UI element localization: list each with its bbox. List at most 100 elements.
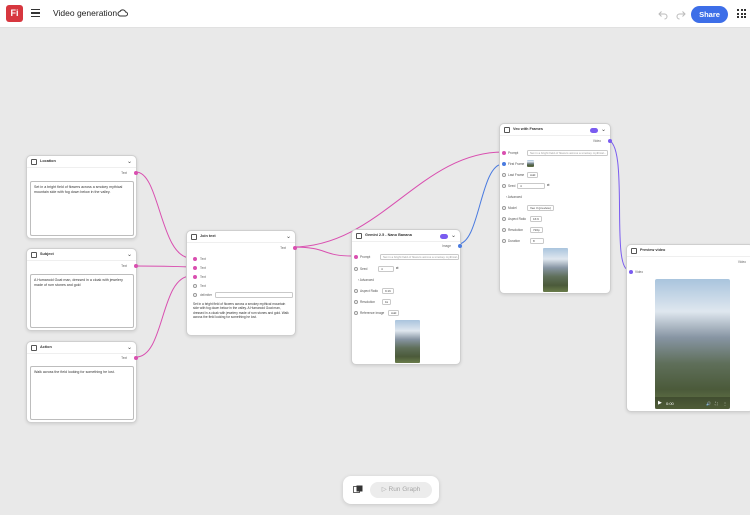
node-header[interactable]: Preview video (627, 245, 750, 257)
shuffle-icon[interactable]: ⇄ (547, 183, 550, 187)
wire-gemini-veo (457, 163, 504, 245)
node-header[interactable]: Join text ⌄ (187, 231, 295, 243)
last-frame-add-button[interactable]: Add (527, 172, 539, 178)
seed-label: Seed (508, 184, 516, 188)
input-port[interactable] (354, 300, 358, 304)
input-port[interactable] (629, 270, 633, 274)
chevron-down-icon[interactable]: ⌄ (601, 126, 606, 133)
text-input[interactable]: Set in a bright field of flowers across … (30, 181, 134, 236)
resolution-select[interactable]: 720p (530, 227, 543, 233)
veo-icon (504, 127, 510, 133)
fullscreen-icon[interactable]: ⛶ (715, 401, 718, 406)
document-title[interactable]: Video generation (53, 8, 117, 18)
resolution-select[interactable]: 1k (382, 299, 392, 305)
node-header[interactable]: Gemini 2.5 - Nano Banana ⌄ (352, 230, 460, 242)
aspect-ratio-select[interactable]: 16:9 (530, 216, 542, 222)
output-port[interactable] (134, 356, 138, 360)
node-veo[interactable]: Veo with Frames ⌄ Video Prompt Set in a … (499, 123, 612, 294)
resolution-label: Resolution (508, 228, 524, 232)
input-port[interactable] (354, 255, 358, 259)
cloud-icon[interactable] (117, 7, 129, 19)
port-label: Text (280, 246, 286, 250)
apps-grid-icon[interactable] (737, 9, 746, 18)
last-frame-label: Last Frame (508, 173, 525, 177)
resolution-label: Resolution (360, 300, 376, 304)
output-port[interactable] (608, 139, 612, 143)
aspect-ratio-label: Aspect Ratio (508, 217, 527, 221)
port-label: Video (737, 260, 746, 264)
hamburger-menu-icon[interactable] (31, 9, 40, 17)
output-port[interactable] (134, 264, 138, 268)
input-port[interactable] (502, 151, 506, 155)
input-port[interactable] (193, 293, 197, 297)
input-port[interactable] (502, 217, 506, 221)
seed-input[interactable]: 4 (378, 266, 394, 272)
media-icon[interactable] (353, 485, 363, 494)
share-button[interactable]: Share (691, 6, 728, 23)
input-port[interactable] (193, 257, 197, 261)
play-icon[interactable]: ▶ (658, 400, 662, 406)
wire-subject-join (135, 265, 192, 268)
input-port[interactable] (502, 239, 506, 243)
shuffle-icon[interactable]: ⇄ (396, 266, 399, 270)
wire-action-join (135, 275, 192, 358)
duration-select[interactable]: 8 (530, 238, 544, 244)
reference-image-add-button[interactable]: Add (388, 310, 400, 316)
input-port[interactable] (193, 266, 197, 270)
node-title: Gemini 2.5 - Nano Banana (365, 233, 412, 237)
text-input[interactable]: A Humanoid Goat man, dressed in a cloak … (30, 274, 134, 328)
duration-label: Duration (508, 239, 521, 243)
prompt-input[interactable]: Set in a bright field of flowers across … (380, 254, 459, 260)
input-port[interactable] (502, 184, 506, 188)
chevron-down-icon[interactable]: ⌄ (451, 232, 456, 239)
app-logo[interactable]: Fi (6, 5, 23, 22)
chevron-down-icon[interactable]: ⌄ (286, 233, 291, 240)
generated-image-preview[interactable] (395, 320, 420, 363)
node-header[interactable]: Subject ⌄ (27, 249, 136, 261)
node-header[interactable]: Location ⌄ (27, 156, 136, 168)
undo-icon[interactable] (657, 8, 669, 20)
more-icon[interactable]: ⋮ (723, 401, 727, 406)
redo-icon[interactable] (675, 8, 687, 20)
input-port[interactable] (193, 275, 197, 279)
node-title: Preview video (640, 248, 666, 252)
input-port[interactable] (354, 267, 358, 271)
node-enable-toggle[interactable] (440, 233, 448, 239)
node-location[interactable]: Location ⌄ Text Set in a bright field of… (26, 155, 138, 239)
node-preview-video[interactable]: Preview video Video Video ▶ 0:00 🔊 ⛶ ⋮ (626, 244, 750, 412)
input-port[interactable] (354, 289, 358, 293)
advanced-toggle[interactable]: › Advanced (358, 278, 374, 282)
input-port[interactable] (502, 162, 506, 166)
prompt-input[interactable]: Set in a bright field of flowers across … (527, 150, 608, 156)
volume-icon[interactable]: 🔊 (706, 401, 711, 406)
input-port[interactable] (193, 284, 197, 288)
node-header[interactable]: Action ⌄ (27, 342, 136, 354)
node-header[interactable]: Veo with Frames ⌄ (500, 124, 610, 136)
run-graph-button[interactable]: ▷ Run Graph (370, 482, 432, 498)
model-select[interactable]: Veo 3 (preview) (527, 205, 554, 211)
chevron-down-icon[interactable]: ⌄ (127, 344, 132, 351)
node-gemini[interactable]: Gemini 2.5 - Nano Banana ⌄ Image Prompt … (351, 229, 462, 365)
chevron-down-icon[interactable]: ⌄ (127, 158, 132, 165)
node-enable-toggle[interactable] (590, 127, 598, 133)
input-port[interactable] (502, 173, 506, 177)
node-subject[interactable]: Subject ⌄ Text A Humanoid Goat man, dres… (26, 248, 138, 331)
delimiter-input[interactable] (215, 292, 293, 298)
output-port[interactable] (293, 246, 297, 250)
node-action[interactable]: Action ⌄ Text Walk across the field look… (26, 341, 138, 423)
advanced-toggle[interactable]: › Advanced (506, 195, 522, 199)
output-port[interactable] (134, 171, 138, 175)
port-label: Text (200, 284, 206, 288)
video-player[interactable]: ▶ 0:00 🔊 ⛶ ⋮ (655, 279, 730, 409)
first-frame-thumbnail[interactable] (527, 160, 534, 167)
text-input[interactable]: Walk across the field looking for someth… (30, 366, 134, 420)
generated-video-thumbnail[interactable] (543, 248, 568, 292)
aspect-ratio-select[interactable]: 9:16 (382, 288, 394, 294)
input-port[interactable] (354, 311, 358, 315)
output-port[interactable] (458, 244, 462, 248)
node-join-text[interactable]: Join text ⌄ Text Text Text Text Text del… (186, 230, 297, 336)
seed-input[interactable]: 4 (517, 183, 545, 189)
input-port[interactable] (502, 206, 506, 210)
input-port[interactable] (502, 228, 506, 232)
chevron-down-icon[interactable]: ⌄ (127, 251, 132, 258)
